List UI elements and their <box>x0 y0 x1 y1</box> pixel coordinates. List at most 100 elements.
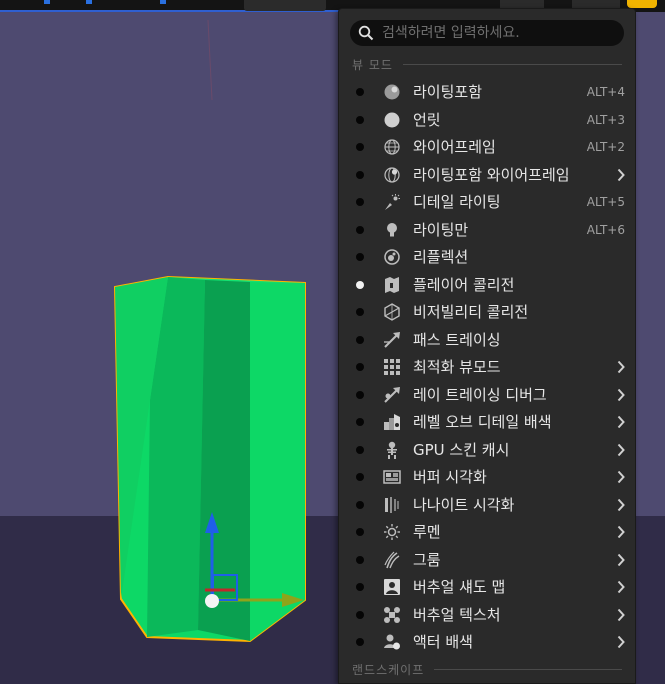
view-mode-item[interactable]: 최적화 뷰모드 <box>339 354 635 380</box>
radio-indicator[interactable] <box>356 143 364 151</box>
item-label: 레벨 오브 디테일 배색 <box>413 413 552 431</box>
item-label: 플레이어 콜리전 <box>413 275 515 294</box>
buffer-visualization-icon <box>383 470 401 484</box>
radio-indicator[interactable] <box>356 335 364 344</box>
debug-line <box>207 19 213 101</box>
section-title: 뷰 모드 <box>352 57 393 72</box>
optimization-grid-icon <box>384 359 400 375</box>
section-header-landscape: 랜드스케이프 <box>352 661 622 677</box>
radio-indicator[interactable] <box>356 473 364 481</box>
radio-indicator[interactable] <box>356 88 364 96</box>
view-mode-item[interactable]: 레이 트레이싱 디버그 <box>339 382 635 408</box>
search-input[interactable] <box>382 23 618 43</box>
chevron-right-icon <box>617 608 625 621</box>
unlit-sphere-icon <box>384 112 400 127</box>
detail-lighting-icon <box>385 194 400 210</box>
view-mode-item[interactable]: 와이어프레임 ALT+2 <box>339 134 635 160</box>
view-mode-item[interactable]: 라이팅포함 ALT+4 <box>339 79 635 105</box>
nanite-icon <box>385 496 399 513</box>
search-icon <box>358 25 374 41</box>
view-mode-item[interactable]: 패스 트레이싱 <box>339 327 635 353</box>
ray-tracing-debug-icon <box>384 386 400 403</box>
item-label: 라이팅포함 <box>413 83 483 101</box>
lightbulb-icon <box>387 222 397 236</box>
chevron-right-icon <box>617 635 625 649</box>
skeleton-icon <box>387 441 397 459</box>
virtual-texture-icon <box>384 606 400 623</box>
item-label: 패스 트레이싱 <box>413 330 501 349</box>
view-mode-item[interactable]: 레벨 오브 디테일 배색 <box>339 409 635 435</box>
view-mode-item[interactable]: 플레이어 콜리전 <box>339 272 635 298</box>
view-mode-menu: 뷰 모드 라이팅포함 ALT+4 언릿 ALT+3 와이어프레임 ALT+2 라이팅포함 와… <box>338 8 636 684</box>
item-label: 버퍼 시각화 <box>413 468 487 486</box>
section-divider <box>402 63 622 65</box>
view-mode-item[interactable]: 디테일 라이팅 ALT+5 <box>339 189 635 215</box>
item-label: 액터 배색 <box>413 633 473 651</box>
item-label: 그룸 <box>413 550 441 569</box>
item-label: 디테일 라이팅 <box>413 193 501 211</box>
radio-indicator[interactable] <box>356 115 364 124</box>
radio-indicator[interactable] <box>356 170 364 179</box>
section-header-view-mode: 뷰 모드 <box>352 56 622 72</box>
radio-indicator[interactable] <box>356 583 364 591</box>
chevron-right-icon <box>617 498 625 511</box>
radio-indicator[interactable] <box>356 528 364 536</box>
radio-indicator[interactable] <box>356 253 364 261</box>
section-title: 랜드스케이프 <box>352 662 425 677</box>
lit-sphere-icon <box>384 84 400 100</box>
view-mode-item[interactable]: 언릿 ALT+3 <box>339 107 635 133</box>
chevron-right-icon <box>617 470 625 484</box>
chevron-right-icon <box>617 580 625 594</box>
lumen-sun-icon <box>384 524 400 540</box>
radio-indicator[interactable] <box>356 280 364 289</box>
radio-indicator[interactable] <box>356 390 364 399</box>
item-label: 버추얼 텍스처 <box>413 605 501 624</box>
view-mode-item[interactable]: GPU 스킨 캐시 <box>339 437 635 463</box>
item-label: 레이 트레이싱 디버그 <box>413 385 547 404</box>
section-divider <box>434 668 622 670</box>
item-label: 최적화 뷰모드 <box>413 358 501 376</box>
selected-mesh[interactable] <box>113 275 306 643</box>
item-label: 라이팅포함 와이어프레임 <box>413 165 570 184</box>
view-mode-item[interactable]: 그룸 <box>339 547 635 573</box>
player-collision-icon <box>385 276 399 293</box>
shortcut-hint: ALT+3 <box>586 112 625 127</box>
view-mode-item[interactable]: 라이팅만 ALT+6 <box>339 217 635 243</box>
chevron-right-icon <box>617 553 625 566</box>
view-mode-item[interactable]: 라이팅포함 와이어프레임 <box>339 162 635 188</box>
radio-indicator[interactable] <box>356 555 364 564</box>
view-mode-item[interactable]: 액터 배색 <box>339 629 635 655</box>
view-mode-item[interactable]: 루멘 <box>339 519 635 545</box>
radio-indicator[interactable] <box>356 500 364 509</box>
menu-search-box[interactable] <box>350 20 624 46</box>
shortcut-hint: ALT+5 <box>586 195 625 209</box>
item-label: 라이팅만 <box>413 220 469 239</box>
reflection-icon <box>384 249 400 265</box>
virtual-shadow-map-icon <box>384 579 400 595</box>
view-mode-item[interactable]: 리플렉션 <box>339 244 635 270</box>
path-tracing-icon <box>384 331 400 348</box>
view-mode-item[interactable]: 나나이트 시각화 <box>339 492 635 518</box>
item-label: 버추얼 섀도 맵 <box>413 578 506 596</box>
shortcut-hint: ALT+4 <box>586 85 625 99</box>
radio-indicator[interactable] <box>356 418 364 426</box>
radio-indicator[interactable] <box>356 225 364 234</box>
radio-indicator[interactable] <box>356 610 364 619</box>
radio-indicator[interactable] <box>356 198 364 206</box>
item-label: 나나이트 시각화 <box>413 495 515 514</box>
lod-coloration-icon <box>384 414 400 430</box>
gizmo-center-handle[interactable] <box>205 594 219 608</box>
view-mode-item[interactable]: 버추얼 섀도 맵 <box>339 574 635 600</box>
radio-indicator[interactable] <box>356 363 364 371</box>
mesh-right-face <box>250 282 305 641</box>
view-mode-item[interactable]: 비저빌리티 콜리전 <box>339 299 635 325</box>
actor-coloration-icon <box>384 634 400 650</box>
item-label: GPU 스킨 캐시 <box>413 440 510 459</box>
radio-indicator[interactable] <box>356 308 364 316</box>
radio-indicator[interactable] <box>356 638 364 646</box>
radio-indicator[interactable] <box>356 445 364 454</box>
lit-wireframe-icon <box>384 166 400 183</box>
view-mode-item[interactable]: 버퍼 시각화 <box>339 464 635 490</box>
view-mode-item[interactable]: 버추얼 텍스처 <box>339 602 635 628</box>
item-label: 비저빌리티 콜리전 <box>413 303 529 321</box>
